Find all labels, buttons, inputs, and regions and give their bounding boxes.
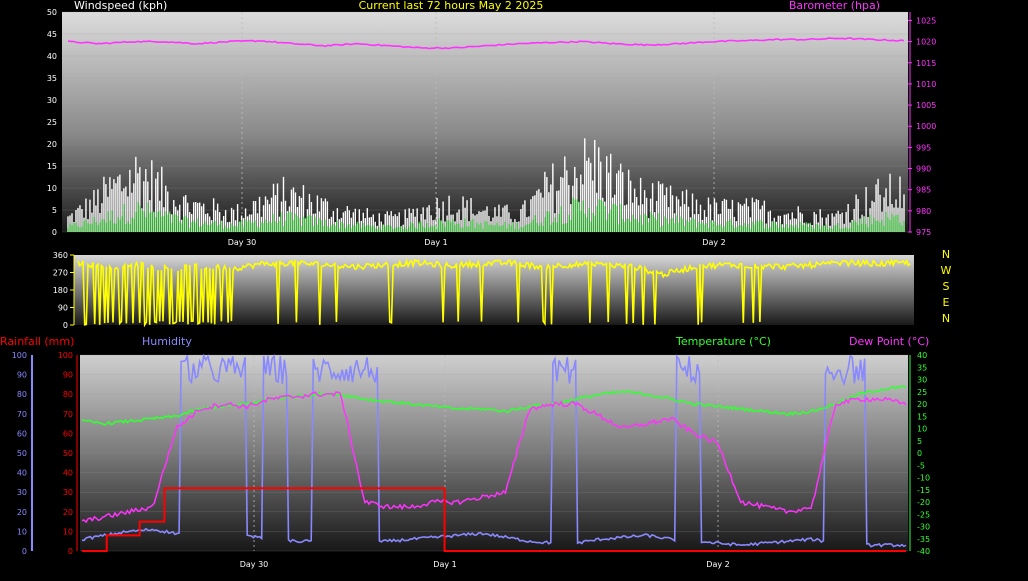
windspeed-tick-label: 30	[47, 96, 57, 105]
windspeed-tick-label: 20	[47, 140, 57, 149]
temperature-tick-label: -20	[917, 498, 930, 507]
humidity-tick-label: 70	[17, 410, 27, 419]
windspeed-tick-label: 45	[47, 30, 57, 39]
direction-tick-label: 180	[53, 286, 68, 295]
windspeed-axis-label: Windspeed (kph)	[74, 0, 167, 12]
direction-tick-label: 90	[58, 304, 68, 313]
rainfall-tick-label: 20	[63, 508, 73, 517]
day-label: Day 30	[228, 238, 257, 247]
weather-chart: 0510152025303540455097598098599099510001…	[0, 0, 952, 569]
barometer-tick-label: 1015	[916, 59, 936, 68]
rainfall-tick-label: 30	[63, 488, 73, 497]
humidity-tick-label: 20	[17, 508, 27, 517]
rainfall-tick-label: 60	[63, 429, 73, 438]
humidity-tick-label: 40	[17, 469, 27, 478]
temperature-tick-label: 35	[917, 363, 927, 372]
temperature-tick-label: 0	[917, 449, 922, 458]
temperature-tick-label: -30	[917, 523, 930, 532]
day-label: Day 1	[433, 560, 456, 569]
day-label: Day 2	[706, 560, 729, 569]
compass-label-n: N	[942, 312, 950, 325]
barometer-tick-label: 1025	[916, 16, 936, 25]
temperature-tick-label: -40	[917, 547, 930, 556]
humidity-tick-label: 10	[17, 527, 27, 536]
windspeed-tick-label: 15	[47, 162, 57, 171]
humidity-tick-label: 60	[17, 429, 27, 438]
windspeed-tick-label: 25	[47, 118, 57, 127]
direction-tick-label: 360	[53, 251, 68, 260]
barometer-tick-label: 975	[916, 228, 931, 237]
temperature-tick-label: 40	[917, 351, 927, 360]
barometer-tick-label: 985	[916, 186, 931, 195]
rainfall-tick-label: 50	[63, 449, 73, 458]
temperature-axis-label: Temperature (°C)	[675, 335, 771, 348]
rainfall-tick-label: 90	[63, 371, 73, 380]
humidity-tick-label: 100	[12, 351, 27, 360]
humidity-tick-label: 90	[17, 371, 27, 380]
barometer-tick-label: 980	[916, 207, 931, 216]
barometer-tick-label: 1010	[916, 80, 936, 89]
dewpoint-axis-label: Dew Point (°C)	[849, 335, 929, 348]
temperature-tick-label: -10	[917, 474, 930, 483]
temperature-tick-label: 25	[917, 388, 927, 397]
rainfall-tick-label: 70	[63, 410, 73, 419]
humidity-tick-label: 0	[22, 547, 27, 556]
temperature-tick-label: -35	[917, 535, 930, 544]
rainfall-tick-label: 80	[63, 390, 73, 399]
barometer-tick-label: 990	[916, 165, 931, 174]
rainfall-tick-label: 0	[68, 547, 73, 556]
humidity-axis-label: Humidity	[142, 335, 192, 348]
day-label: Day 1	[424, 238, 447, 247]
temperature-tick-label: -15	[917, 486, 930, 495]
temperature-tick-label: -5	[917, 461, 925, 470]
rainfall-axis-label: Rainfall (mm)	[0, 335, 74, 348]
rainfall-tick-label: 40	[63, 469, 73, 478]
humidity-tick-label: 80	[17, 390, 27, 399]
barometer-tick-label: 1000	[916, 122, 936, 131]
humidity-tick-label: 30	[17, 488, 27, 497]
windspeed-tick-label: 0	[52, 228, 57, 237]
day-label: Day 2	[702, 238, 725, 247]
chart-title: Current last 72 hours May 2 2025	[359, 0, 544, 12]
direction-panel-axes: 0 90 180 270 360	[53, 251, 75, 330]
compass-label-w: W	[941, 264, 952, 277]
compass-label-e: E	[943, 296, 950, 309]
compass-label-n: N	[942, 248, 950, 261]
temperature-tick-label: 15	[917, 412, 927, 421]
temperature-tick-label: 5	[917, 437, 922, 446]
barometer-axis-label: Barometer (hpa)	[789, 0, 880, 12]
temperature-tick-label: -25	[917, 510, 930, 519]
humidity-tick-label: 50	[17, 449, 27, 458]
barometer-tick-label: 1005	[916, 101, 936, 110]
temperature-tick-label: 30	[917, 376, 927, 385]
direction-tick-label: 0	[63, 321, 68, 330]
rainfall-tick-label: 10	[63, 527, 73, 536]
rainfall-tick-label: 100	[58, 351, 73, 360]
barometer-tick-label: 995	[916, 143, 931, 152]
temperature-tick-label: 20	[917, 400, 927, 409]
windspeed-tick-label: 40	[47, 52, 57, 61]
compass-label-s: S	[943, 280, 950, 293]
direction-tick-label: 270	[53, 269, 68, 278]
barometer-tick-label: 1020	[916, 38, 936, 47]
windspeed-tick-label: 35	[47, 74, 57, 83]
windspeed-tick-label: 10	[47, 184, 57, 193]
compass-labels: NWSEN	[941, 248, 952, 325]
windspeed-tick-label: 5	[52, 206, 57, 215]
temperature-tick-label: 10	[917, 425, 927, 434]
day-label: Day 30	[240, 560, 269, 569]
windspeed-tick-label: 50	[47, 8, 57, 17]
